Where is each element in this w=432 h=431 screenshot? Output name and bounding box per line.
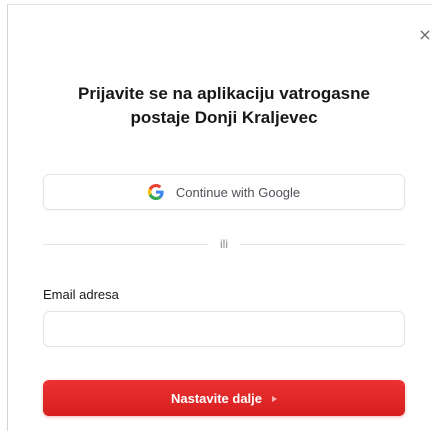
email-label: Email adresa: [43, 287, 119, 302]
sign-in-dialog: × Prijavite se na aplikaciju vatrogasne …: [7, 4, 432, 431]
title-line-2: postaje Donji Kraljevec: [130, 108, 318, 127]
continue-button-label: Nastavite dalje: [170, 390, 263, 406]
email-input[interactable]: [43, 311, 405, 347]
close-icon[interactable]: ×: [417, 27, 432, 43]
continue-with-google-label: Continue with Google: [175, 184, 301, 200]
divider-line-right: [240, 243, 405, 245]
google-g-icon: [147, 184, 164, 200]
title-line-1: Prijavite se na aplikaciju vatrogasne: [78, 84, 370, 103]
caret-right-icon: [272, 395, 278, 402]
continue-with-google-button[interactable]: Continue with Google: [43, 174, 405, 210]
continue-button[interactable]: Nastavite dalje: [43, 380, 405, 416]
divider-text: ili: [220, 237, 228, 251]
dialog-title: Prijavite se na aplikaciju vatrogasne po…: [8, 82, 432, 130]
divider-line-left: [43, 243, 208, 245]
or-divider: ili: [43, 237, 405, 251]
